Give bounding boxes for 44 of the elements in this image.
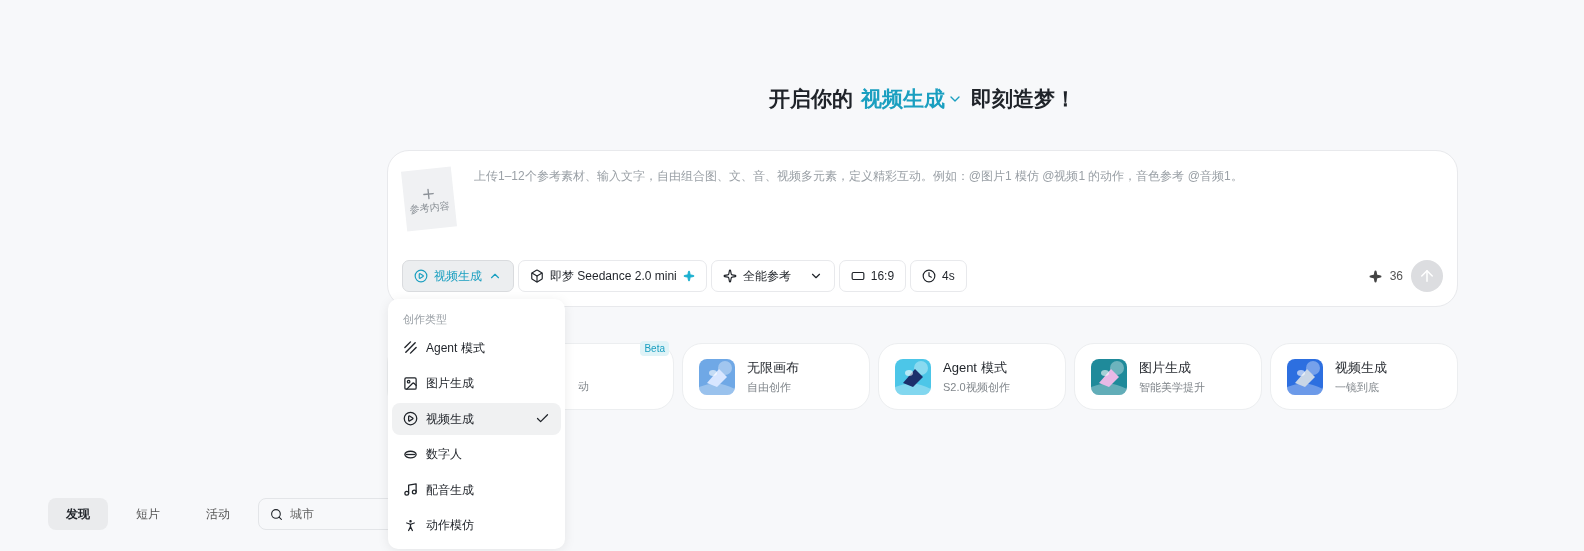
rectangle-icon — [850, 269, 865, 283]
sparkle-icon — [682, 270, 695, 282]
image-icon — [403, 375, 418, 391]
credit-count: 36 — [1389, 268, 1403, 285]
card-subtitle: 动 — [578, 379, 589, 395]
feature-card[interactable]: 无限画布 自由创作 — [682, 343, 870, 410]
ratio-button[interactable]: 16:9 — [838, 260, 907, 292]
composer-card[interactable]: 参考内容 上传1–12个参考素材、输入文字，自由组合图、文、音、视频多元素，定义精彩互动。例如：@图片1 模仿 @视频1 的动作，音色参考 @音频1。 视频生成 即梦 Seedance 2.0 mini 全能参考 16:9 4s 36 — [387, 150, 1458, 307]
card-title: 视频生成 — [1335, 358, 1387, 377]
sparkle-icon — [1368, 269, 1382, 283]
strokes-icon — [403, 340, 418, 355]
menu-item[interactable]: 视频生成 — [392, 402, 561, 435]
card-subtitle: 自由创作 — [747, 380, 791, 395]
card-title: 图片生成 — [1139, 358, 1191, 377]
play-icon — [403, 411, 418, 426]
clock-icon — [922, 269, 937, 283]
nav-tab[interactable]: 发现 — [48, 498, 108, 530]
headline-text: 即刻造梦！ — [971, 86, 1076, 113]
search-icon — [270, 508, 283, 521]
send-button[interactable] — [1411, 260, 1443, 292]
feature-card[interactable]: Agent 模式 S2.0视频创作 — [878, 343, 1066, 410]
menu-item[interactable]: Agent 模式 — [392, 331, 561, 364]
music-icon — [403, 482, 418, 497]
cube-icon — [530, 269, 544, 283]
duration-button[interactable]: 4s — [910, 260, 967, 292]
reference-dropdown[interactable]: 全能参考 — [710, 260, 835, 292]
nav-tab[interactable]: 短片 — [118, 498, 178, 530]
figure-icon — [403, 517, 418, 533]
menu-item[interactable]: 数字人 — [392, 438, 561, 470]
card-title: Agent 模式 — [943, 358, 1007, 377]
card-subtitle: 智能美学提升 — [1139, 380, 1205, 395]
menu-heading: 创作类型 — [402, 312, 448, 327]
headline-text: 开启你的 — [769, 86, 853, 113]
nav-tab[interactable]: 活动 — [188, 498, 248, 530]
feature-card[interactable]: 视频生成 一镜到底 — [1270, 343, 1458, 410]
play-icon — [414, 269, 428, 283]
model-button[interactable]: 即梦 Seedance 2.0 mini — [518, 260, 707, 292]
card-subtitle: 一镜到底 — [1335, 380, 1379, 395]
feature-card[interactable]: 图片生成 智能美学提升 — [1074, 343, 1262, 410]
card-subtitle: S2.0视频创作 — [943, 380, 1010, 395]
menu-item[interactable]: 图片生成 — [392, 367, 561, 399]
card-title: 无限画布 — [747, 358, 799, 377]
sparkle-icon — [722, 269, 737, 283]
beta-badge: Beta — [640, 341, 669, 356]
